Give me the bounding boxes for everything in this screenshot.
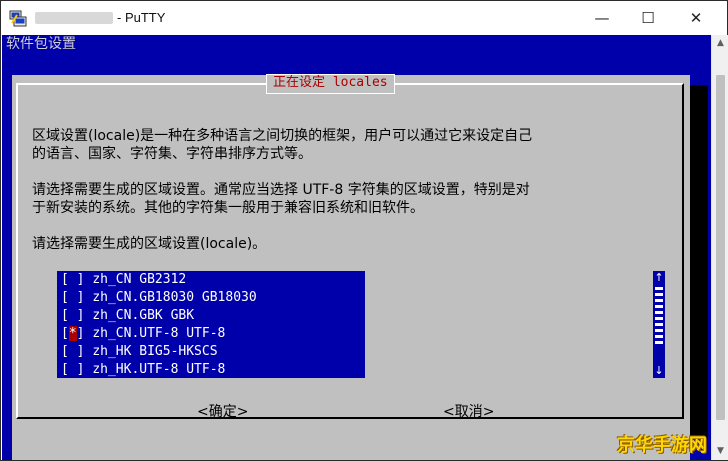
dialog-shadow-right [690,85,708,439]
locale-item[interactable]: [*] zh_CN.UTF-8 UTF-8 [57,325,365,343]
checkbox-mark[interactable] [69,290,77,305]
window-scrollbar[interactable]: ▲ ▼ [711,35,728,460]
instruction-line-1: 请选择需要生成的区域设置。通常应当选择 UTF-8 字符集的区域设置，特别是对 [32,182,530,198]
checkbox-bracket: [ [61,308,69,323]
locale-list[interactable]: [ ] zh_CN GB2312[ ] zh_CN.GB18030 GB1803… [57,271,365,378]
checkbox-bracket: ] [76,290,93,305]
checkbox-bracket: [ [61,326,69,341]
checkbox-bracket: [ [61,362,69,377]
title-bar[interactable]: - PuTTY — ☐ ✕ [1,1,727,35]
maximize-button[interactable]: ☐ [625,1,671,35]
description-line-2: 的语言、国家、字符集、字符串排序方式等。 [32,146,312,162]
checkbox-mark[interactable] [69,344,77,359]
locale-prompt: 请选择需要生成的区域设置(locale)。 [32,236,267,252]
scroll-up-icon[interactable]: ↑ [653,271,665,285]
checkbox-bracket: ] [76,362,93,377]
putty-app-icon [9,10,27,27]
checkbox-bracket: [ [61,344,69,359]
checkbox-mark[interactable] [69,272,77,287]
window-scroll-thumb[interactable] [716,75,725,420]
locale-label: zh_HK BIG5-HKSCS [92,344,218,359]
checkbox-bracket: ] [76,344,93,359]
checkbox-mark[interactable] [69,362,77,377]
dialog-title: 正在设定 locales [266,74,395,94]
watermark: 京华手游网 [617,435,707,456]
scroll-up-arrow-icon[interactable]: ▲ [712,35,728,52]
locale-item[interactable]: [ ] zh_CN GB2312 [57,271,365,289]
locale-item[interactable]: [ ] zh_HK.UTF-8 UTF-8 [57,361,365,379]
description-line-1: 区域设置(locale)是一种在多种语言之间切换的框架，用户可以通过它来设定自己 [32,128,533,144]
scroll-down-icon[interactable]: ↓ [653,364,665,378]
locale-label: zh_CN GB2312 [92,272,187,287]
locale-item[interactable]: [ ] zh_CN.GB18030 GB18030 [57,289,365,307]
checkbox-mark[interactable] [69,308,77,323]
scroll-down-arrow-icon[interactable]: ▼ [712,443,728,460]
checkbox-bracket: [ [61,290,69,305]
close-button[interactable]: ✕ [673,1,719,35]
checkbox-bracket: ] [76,272,93,287]
screen-title: 软件包设置 [6,36,76,52]
scroll-track[interactable] [653,285,665,364]
terminal-area[interactable]: 软件包设置 正在设定 locales 区域设置(locale)是一种在多种语言之… [2,35,711,460]
locale-item[interactable]: [ ] zh_HK BIG5-HKSCS [57,343,365,361]
list-scrollbar[interactable]: ↑ ↓ [653,271,665,378]
checkbox-mark[interactable]: * [68,326,77,341]
locale-label: zh_CN.GB18030 GB18030 [92,290,257,305]
obscured-hostname [35,12,113,24]
checkbox-bracket: ] [76,326,93,341]
scroll-thumb[interactable] [655,287,663,347]
putty-window: - PuTTY — ☐ ✕ 软件包设置 正在设定 locales 区域设置(lo… [0,0,728,461]
checkbox-bracket: ] [76,308,93,323]
cancel-button[interactable]: <取消> [443,403,494,421]
instruction-line-2: 于新安装的系统。其他的字符集一般用于兼容旧系统和旧软件。 [32,200,424,216]
ok-button[interactable]: <确定> [197,403,248,421]
window-title: - PuTTY [117,10,166,25]
minimize-button[interactable]: — [579,1,625,35]
locale-label: zh_HK.UTF-8 UTF-8 [92,362,226,377]
locale-item[interactable]: [ ] zh_CN.GBK GBK [57,307,365,325]
locale-label: zh_CN.GBK GBK [92,308,195,323]
locales-dialog: 正在设定 locales 区域设置(locale)是一种在多种语言之间切换的框架… [12,74,690,460]
checkbox-bracket: [ [61,272,69,287]
locale-label: zh_CN.UTF-8 UTF-8 [92,326,226,341]
